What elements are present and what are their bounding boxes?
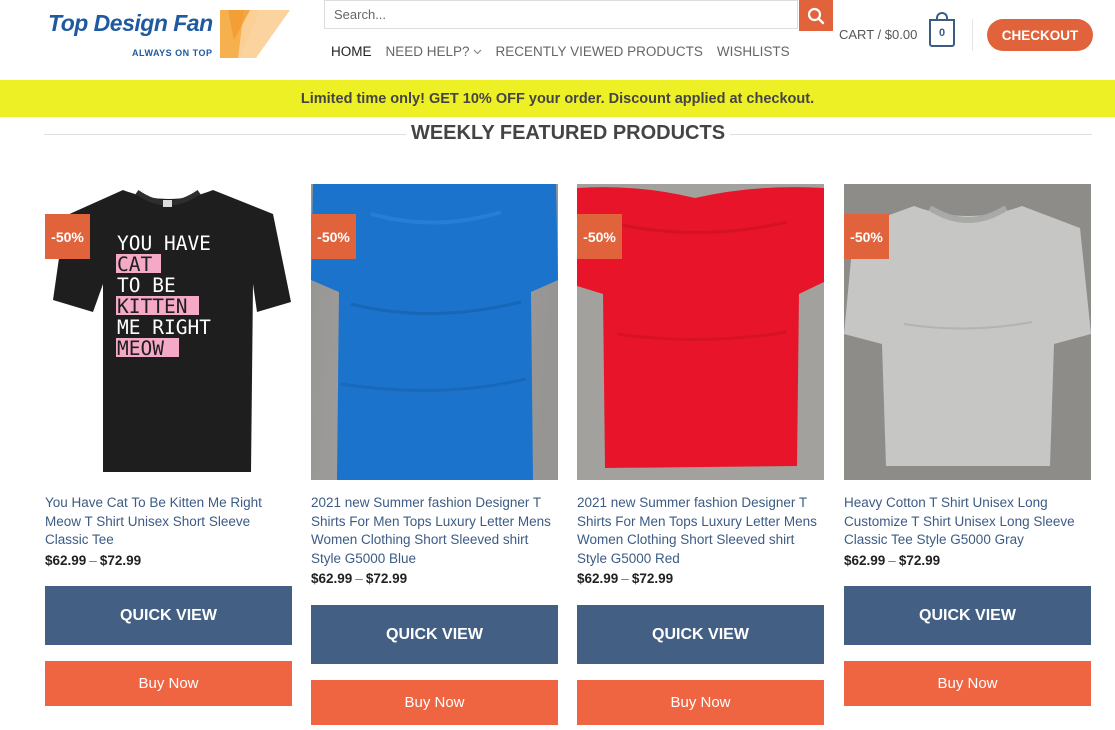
section-heading: WEEKLY FEATURED PRODUCTS bbox=[0, 120, 1115, 150]
print-line-1: YOU HAVE bbox=[117, 232, 211, 255]
price-min: $62.99 bbox=[577, 571, 619, 586]
buy-now-button[interactable]: Buy Now bbox=[311, 680, 558, 725]
quick-view-button[interactable]: QUICK VIEW bbox=[311, 605, 558, 664]
logo-tagline: ALWAYS ON TOP bbox=[132, 48, 213, 58]
site-header: Top Design Fan ALWAYS ON TOP HOME NEED H… bbox=[0, 0, 1115, 80]
print-line-3: TO BE bbox=[117, 274, 176, 297]
nav-recently-viewed[interactable]: RECENTLY VIEWED PRODUCTS bbox=[496, 44, 703, 59]
quick-view-button[interactable]: QUICK VIEW bbox=[844, 586, 1091, 645]
discount-badge: -50% bbox=[45, 214, 90, 259]
print-line-6: MEOW bbox=[117, 337, 164, 360]
print-line-4: KITTEN bbox=[117, 295, 187, 318]
price-separator: – bbox=[89, 552, 97, 568]
print-line-5: ME RIGHT bbox=[117, 316, 211, 339]
logo-wordmark: Top Design Fan bbox=[48, 10, 213, 36]
logo-mark-icon bbox=[220, 10, 290, 58]
price-separator: – bbox=[621, 571, 629, 586]
product-image[interactable]: -50% bbox=[844, 184, 1091, 480]
buy-now-button[interactable]: Buy Now bbox=[577, 680, 824, 725]
product-title[interactable]: 2021 new Summer fashion Designer T Shirt… bbox=[577, 494, 824, 568]
discount-badge: -50% bbox=[577, 214, 622, 259]
cart-label: CART / bbox=[839, 27, 882, 42]
print-line-2: CAT bbox=[117, 253, 152, 276]
product-image[interactable]: -50% bbox=[577, 184, 824, 480]
search-input[interactable] bbox=[324, 0, 798, 29]
buy-now-button[interactable]: Buy Now bbox=[844, 661, 1091, 706]
product-price: $62.99– $72.99 bbox=[45, 553, 292, 568]
product-price: $62.99– $72.99 bbox=[577, 571, 824, 586]
nav-need-help-label: NEED HELP? bbox=[385, 44, 470, 59]
product-price: $62.99– $72.99 bbox=[311, 571, 558, 586]
discount-badge: -50% bbox=[844, 214, 889, 259]
quick-view-button[interactable]: QUICK VIEW bbox=[45, 586, 292, 645]
price-separator: – bbox=[355, 571, 363, 586]
product-title[interactable]: 2021 new Summer fashion Designer T Shirt… bbox=[311, 494, 558, 568]
cart-count-badge[interactable]: 0 bbox=[929, 19, 955, 47]
product-image[interactable]: -50% bbox=[311, 184, 558, 480]
product-price: $62.99– $72.99 bbox=[844, 553, 1091, 568]
search-icon bbox=[807, 7, 825, 24]
price-min: $62.99 bbox=[844, 552, 886, 568]
buy-now-button[interactable]: Buy Now bbox=[45, 661, 292, 706]
header-divider bbox=[972, 19, 973, 51]
main-nav: HOME NEED HELP? RECENTLY VIEWED PRODUCTS… bbox=[331, 44, 804, 59]
price-min: $62.99 bbox=[45, 552, 87, 568]
price-max: $72.99 bbox=[631, 571, 674, 586]
cart-total: $0.00 bbox=[884, 27, 918, 42]
discount-badge: -50% bbox=[311, 214, 356, 259]
product-card: -50% Heavy Cotton T Shirt Unisex Long Cu… bbox=[844, 184, 1091, 706]
price-min: $62.99 bbox=[311, 571, 353, 586]
product-title[interactable]: You Have Cat To Be Kitten Me Right Meow … bbox=[45, 494, 292, 550]
price-separator: – bbox=[888, 552, 896, 568]
price-max: $72.99 bbox=[99, 552, 142, 568]
promo-banner: Limited time only! GET 10% OFF your orde… bbox=[0, 80, 1115, 117]
product-card: -50% 2021 new Summer fashion Designer T … bbox=[311, 184, 558, 725]
search-bar bbox=[324, 0, 833, 31]
product-card: -50% 2021 new Summer fashion Designer T … bbox=[577, 184, 824, 725]
nav-home[interactable]: HOME bbox=[331, 44, 372, 59]
section-title: WEEKLY FEATURED PRODUCTS bbox=[410, 122, 726, 144]
search-button[interactable] bbox=[799, 0, 833, 31]
cart-link[interactable]: CART / $0.00 bbox=[839, 27, 917, 42]
product-card: YOU HAVE CAT TO BE KITTEN ME RIGHT MEOW … bbox=[45, 184, 292, 706]
product-title[interactable]: Heavy Cotton T Shirt Unisex Long Customi… bbox=[844, 494, 1091, 550]
chevron-down-icon bbox=[473, 50, 481, 55]
nav-wishlists[interactable]: WISHLISTS bbox=[717, 44, 790, 59]
checkout-button[interactable]: CHECKOUT bbox=[987, 19, 1093, 51]
site-logo[interactable]: Top Design Fan ALWAYS ON TOP bbox=[48, 8, 293, 64]
price-max: $72.99 bbox=[898, 552, 941, 568]
quick-view-button[interactable]: QUICK VIEW bbox=[577, 605, 824, 664]
product-image[interactable]: YOU HAVE CAT TO BE KITTEN ME RIGHT MEOW … bbox=[45, 184, 292, 480]
promo-text: Limited time only! GET 10% OFF your orde… bbox=[300, 90, 815, 107]
price-max: $72.99 bbox=[365, 571, 408, 586]
nav-need-help[interactable]: NEED HELP? bbox=[386, 44, 482, 59]
